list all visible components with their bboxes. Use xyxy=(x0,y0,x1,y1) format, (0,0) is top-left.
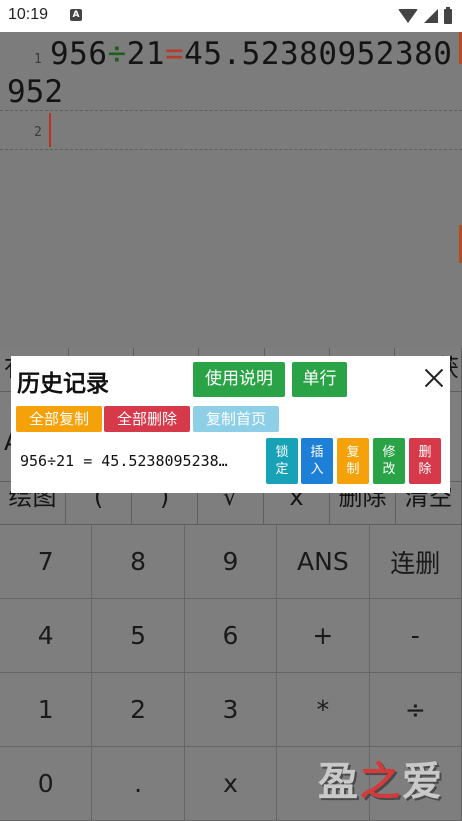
operand: 956 xyxy=(50,36,108,72)
key-8[interactable]: 8 xyxy=(92,525,185,599)
history-entry[interactable]: 956÷21 = 45.5238095238… xyxy=(20,452,265,470)
expression-editor[interactable]: 1 956÷21=45.52380952380 952 2 xyxy=(0,32,462,348)
key-4[interactable]: 4 xyxy=(0,599,93,673)
signal-icon xyxy=(424,9,438,23)
key-1[interactable]: 1 xyxy=(0,673,93,747)
insert-button[interactable]: 插入 xyxy=(301,438,333,484)
key-minus[interactable]: - xyxy=(369,599,462,673)
key-multiply[interactable]: * xyxy=(277,673,370,747)
equals-sign: = xyxy=(165,36,185,72)
editor-line-1[interactable]: 1 956÷21=45.52380952380 952 xyxy=(0,32,462,111)
expression-text: 956÷21=45.52380952380 xyxy=(50,36,452,72)
wifi-icon xyxy=(398,9,418,23)
key-5[interactable]: 5 xyxy=(92,599,185,673)
operator: ÷ xyxy=(107,36,127,72)
key-2[interactable]: 2 xyxy=(92,673,185,747)
key-9[interactable]: 9 xyxy=(184,525,278,599)
dialog-title: 历史记录 xyxy=(17,371,109,397)
single-line-button[interactable]: 单行 xyxy=(292,362,347,397)
text-cursor xyxy=(49,113,51,147)
key-0[interactable]: 0 xyxy=(0,747,93,821)
close-icon[interactable] xyxy=(424,368,444,388)
key-plus[interactable]: + xyxy=(277,599,370,673)
history-dialog: 历史记录 使用说明 单行 全部复制 全部删除 复制首页 956÷21 = 45.… xyxy=(11,356,450,493)
delete-button[interactable]: 删除 xyxy=(409,438,441,484)
status-bar: 10:19 A xyxy=(0,0,462,32)
watermark-logo: 盈之爱 xyxy=(318,759,444,805)
status-time: 10:19 xyxy=(8,6,49,23)
status-icons xyxy=(398,6,452,25)
edit-button[interactable]: 修改 xyxy=(373,438,405,484)
copy-button[interactable]: 复制 xyxy=(337,438,369,484)
lock-button[interactable]: 锁定 xyxy=(266,438,298,484)
editor-line-2[interactable]: 2 xyxy=(0,111,462,150)
operand: 21 xyxy=(126,36,165,72)
key-continuous-delete[interactable]: 连删 xyxy=(369,525,462,599)
key-ans[interactable]: ANS xyxy=(277,525,370,599)
key-x[interactable]: x xyxy=(184,747,278,821)
battery-icon xyxy=(444,6,452,24)
key-6[interactable]: 6 xyxy=(184,599,278,673)
result-wrapped-text: 952 xyxy=(7,74,63,110)
key-decimal[interactable]: . xyxy=(92,747,185,821)
delete-all-button[interactable]: 全部删除 xyxy=(104,406,190,432)
key-divide[interactable]: ÷ xyxy=(369,673,462,747)
line-number: 2 xyxy=(34,125,42,140)
result-text: 45.52380952380 xyxy=(184,36,453,72)
copy-first-page-button[interactable]: 复制首页 xyxy=(193,406,279,432)
line-number: 1 xyxy=(34,52,42,67)
key-7[interactable]: 7 xyxy=(0,525,93,599)
key-3[interactable]: 3 xyxy=(184,673,278,747)
copy-all-button[interactable]: 全部复制 xyxy=(16,406,102,432)
help-button[interactable]: 使用说明 xyxy=(193,362,285,397)
notification-icon: A xyxy=(70,9,82,21)
